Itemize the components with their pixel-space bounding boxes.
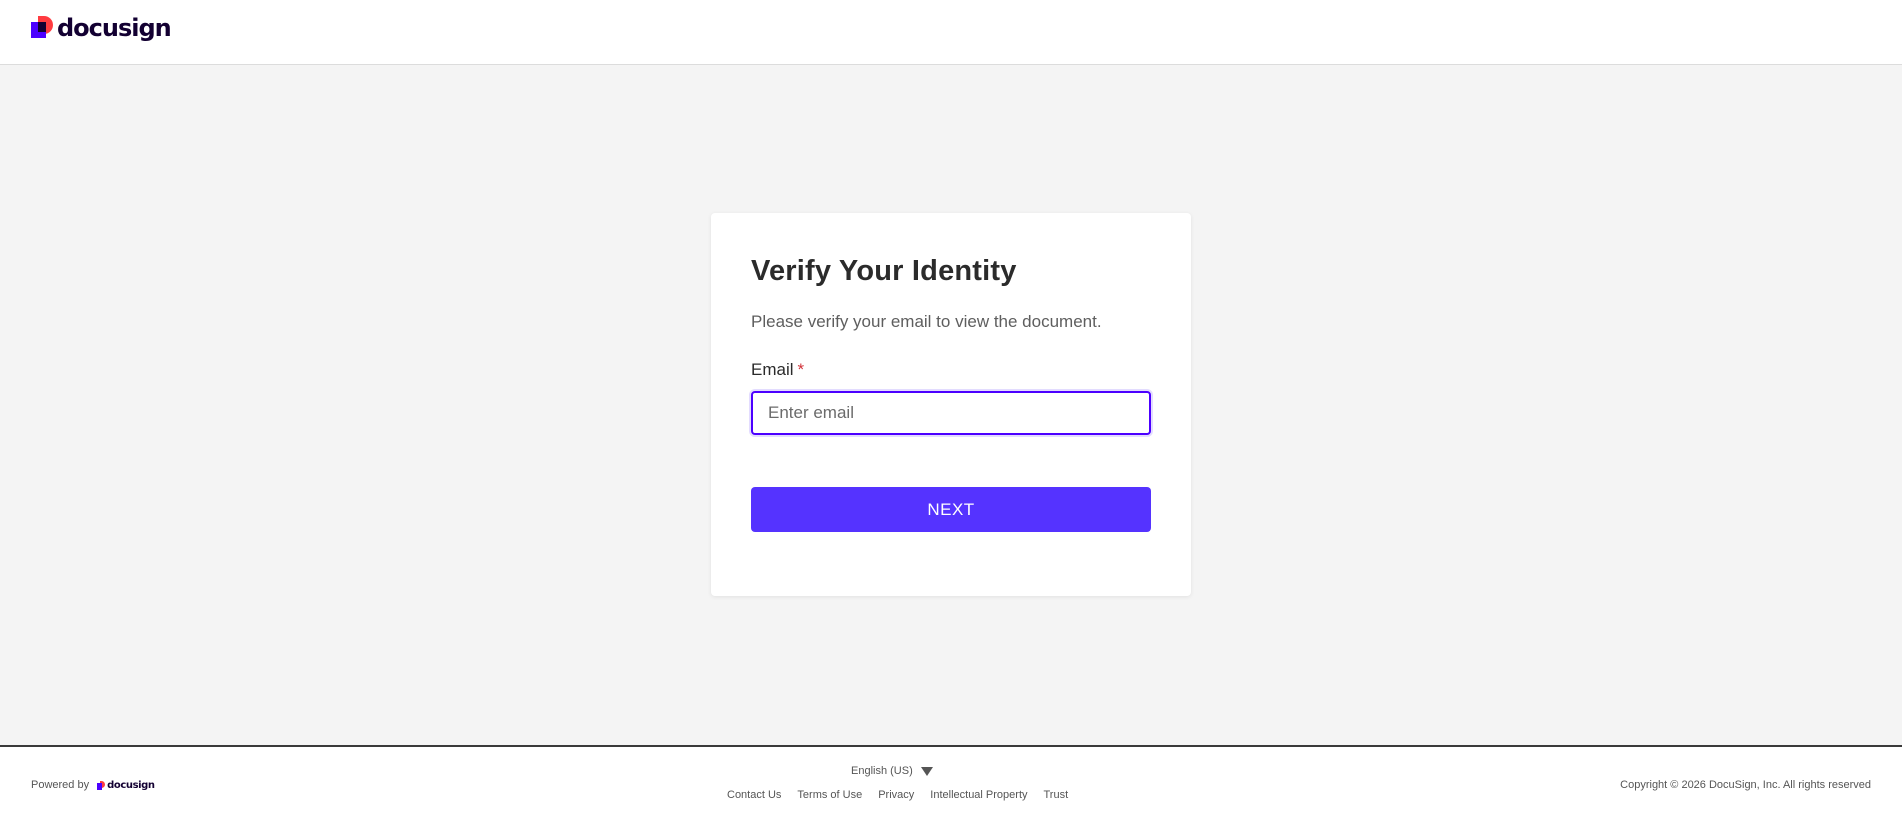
- powered-by-text: Powered by: [31, 779, 90, 791]
- footer-logo-text: docusign: [107, 779, 155, 791]
- footer-link-intellectual-property[interactable]: Intellectual Property: [930, 789, 1027, 801]
- verify-identity-card: Verify Your Identity Please verify your …: [711, 213, 1191, 596]
- copyright-text: Copyright © 2026 DocuSign, Inc. All righ…: [1620, 779, 1871, 791]
- email-label: Email *: [751, 360, 804, 380]
- dropdown-triangle-icon: [920, 766, 933, 776]
- powered-by: Powered by docusign: [31, 779, 155, 791]
- instructions-text: Please verify your email to view the doc…: [751, 312, 1102, 331]
- footer-docusign-logo[interactable]: docusign: [97, 780, 155, 791]
- footer-link-contact-us[interactable]: Contact Us: [727, 789, 781, 801]
- footer-links: Contact Us Terms of Use Privacy Intellec…: [727, 789, 1084, 801]
- docusign-logo-icon: [31, 16, 53, 40]
- footer-link-trust[interactable]: Trust: [1044, 789, 1069, 801]
- logo-text: docusign: [57, 14, 172, 42]
- required-marker: *: [797, 360, 805, 379]
- language-label: English (US): [851, 765, 913, 777]
- next-button[interactable]: NEXT: [751, 487, 1151, 532]
- email-label-text: Email: [751, 360, 794, 379]
- docusign-logo-icon: [97, 780, 106, 790]
- top-header: docusign: [0, 0, 1902, 65]
- docusign-logo[interactable]: docusign: [31, 14, 172, 42]
- footer: Powered by docusign English (US) Contact…: [0, 745, 1902, 820]
- page-title: Verify Your Identity: [751, 255, 1017, 287]
- language-selector[interactable]: English (US): [851, 765, 933, 777]
- footer-link-terms-of-use[interactable]: Terms of Use: [797, 789, 862, 801]
- footer-link-privacy[interactable]: Privacy: [878, 789, 914, 801]
- email-field[interactable]: [751, 391, 1151, 435]
